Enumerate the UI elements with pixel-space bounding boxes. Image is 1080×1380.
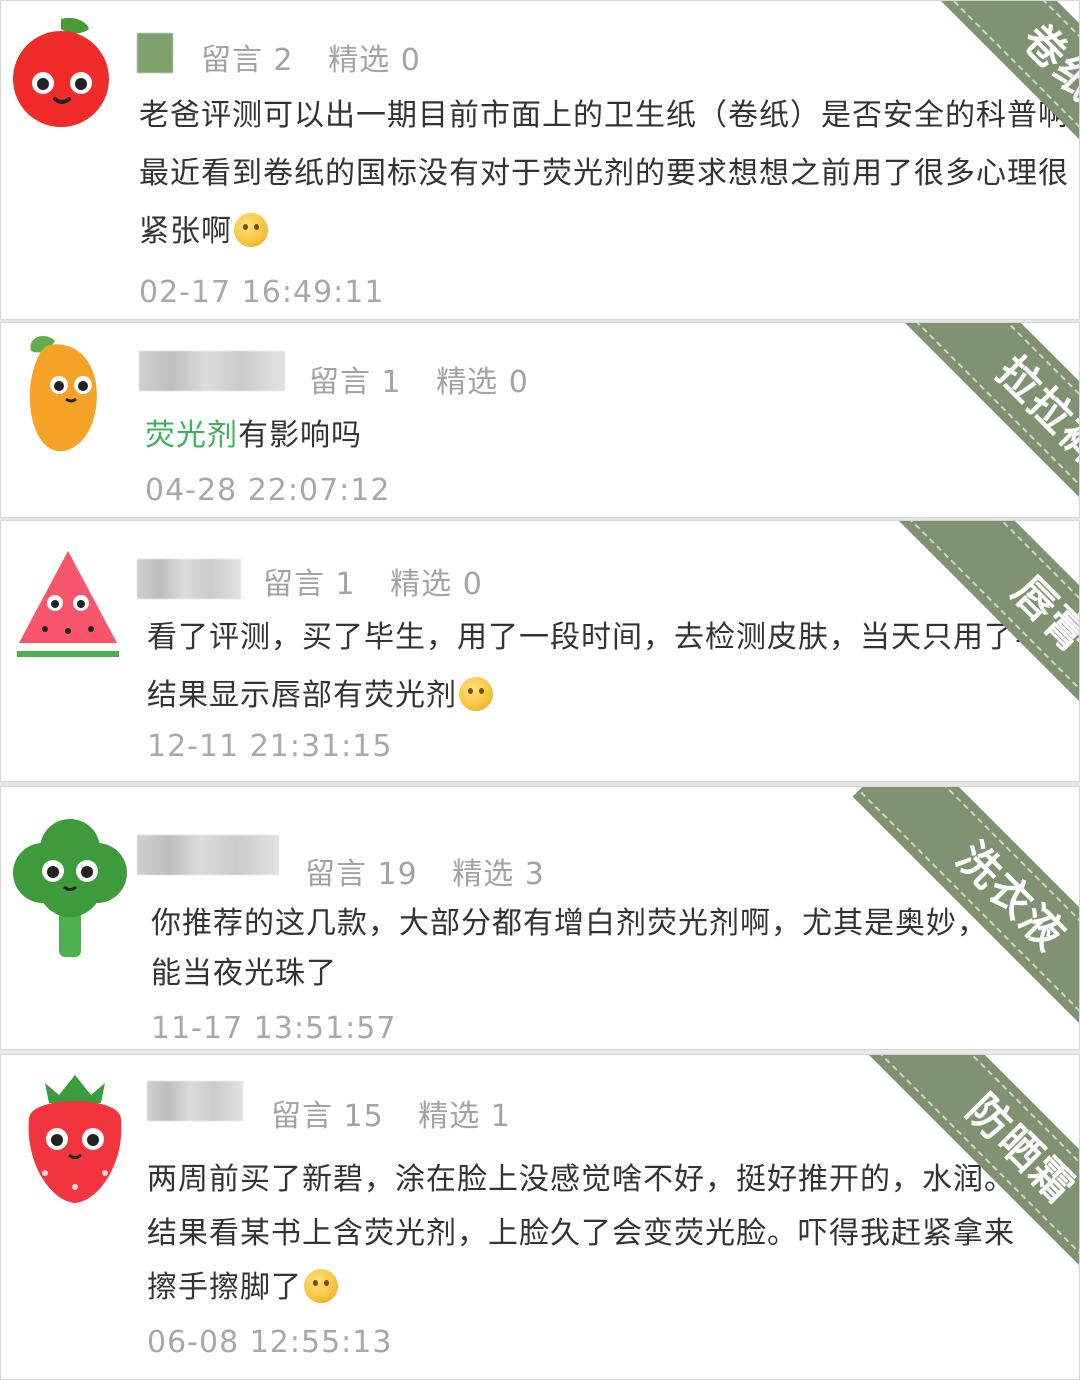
featured-count[interactable]: 精选 3 xyxy=(452,857,545,892)
comment-line: 你推荐的这几款，大部分都有增白剂荧光剂啊，尤其是奥妙，都 xyxy=(151,906,1019,941)
comment-meta: 留言 2 精选 0 xyxy=(201,35,445,79)
comment-timestamp: 04-28 22:07:12 xyxy=(145,473,391,508)
comment-line: 结果看某书上含荧光剂，上脸久了会变荧光脸。吓得我赶紧拿来 xyxy=(147,1216,1015,1251)
comment-line: 能当夜光珠了 xyxy=(151,956,337,991)
crying-emoji-icon xyxy=(234,213,268,247)
comment-card: 留言 15 精选 1 两周前买了新碧，涂在脸上没感觉啥不好，挺好推开的，水润。 … xyxy=(0,1054,1080,1380)
blurred-username xyxy=(137,559,241,599)
comment-line: 看了评测，买了毕生，用了一段时间，去检测皮肤，当天只用了毕生 xyxy=(147,620,1077,655)
comment-text: 两周前买了新碧，涂在脸上没感觉啥不好，挺好推开的，水润。 结果看某书上含荧光剂，… xyxy=(147,1153,1015,1315)
comment-meta: 留言 1 精选 0 xyxy=(263,559,507,603)
blurred-username xyxy=(147,1081,243,1121)
comment-text: 荧光剂有影响吗 xyxy=(145,407,362,465)
comment-line: 紧张啊 xyxy=(139,203,1069,261)
comment-text: 你推荐的这几款，大部分都有增白剂荧光剂啊，尤其是奥妙，都 能当夜光珠了 xyxy=(151,899,1019,999)
comment-timestamp: 12-11 21:31:15 xyxy=(147,729,393,764)
comment-card: 留言 19 精选 3 你推荐的这几款，大部分都有增白剂荧光剂啊，尤其是奥妙，都 … xyxy=(0,786,1080,1050)
comment-line: 擦手擦脚了 xyxy=(147,1261,1015,1315)
comment-card: 留言 1 精选 0 荧光剂有影响吗 04-28 22:07:12 拉拉裤 xyxy=(0,322,1080,518)
mango-avatar[interactable] xyxy=(21,331,121,457)
comment-line: 老爸评测可以出一期目前市面上的卫生纸（卷纸）是否安全的科普啊 xyxy=(139,98,1069,133)
featured-count[interactable]: 精选 1 xyxy=(418,1099,511,1134)
reply-count[interactable]: 留言 19 xyxy=(305,857,418,892)
comment-text: 看了评测，买了毕生，用了一段时间，去检测皮肤，当天只用了毕生 结果显示唇部有荧光… xyxy=(147,609,1077,725)
watermelon-avatar[interactable] xyxy=(15,547,121,657)
dizzy-emoji-icon xyxy=(459,677,493,711)
category-ribbon: 拉拉裤 xyxy=(896,323,1080,517)
comment-text: 老爸评测可以出一期目前市面上的卫生纸（卷纸）是否安全的科普啊 最近看到卷纸的国标… xyxy=(139,87,1069,261)
comment-line-text: 擦手擦脚了 xyxy=(147,1270,302,1305)
comment-meta: 留言 15 精选 1 xyxy=(271,1091,535,1135)
comment-timestamp: 06-08 12:55:13 xyxy=(147,1325,393,1360)
blurred-username xyxy=(137,33,173,73)
reply-count[interactable]: 留言 15 xyxy=(271,1099,384,1134)
comment-meta: 留言 19 精选 3 xyxy=(305,849,569,893)
reply-count[interactable]: 留言 1 xyxy=(309,365,402,400)
comment-card: 留言 1 精选 0 看了评测，买了毕生，用了一段时间，去检测皮肤，当天只用了毕生… xyxy=(0,520,1080,782)
comment-line: 最近看到卷纸的国标没有对于荧光剂的要求想想之前用了很多心理很 xyxy=(139,156,1069,191)
comment-card: 留言 2 精选 0 老爸评测可以出一期目前市面上的卫生纸（卷纸）是否安全的科普啊… xyxy=(0,0,1080,320)
featured-count[interactable]: 精选 0 xyxy=(328,43,421,78)
comment-line: 两周前买了新碧，涂在脸上没感觉啥不好，挺好推开的，水润。 xyxy=(147,1162,1015,1197)
highlighted-keyword[interactable]: 荧光剂 xyxy=(145,418,238,453)
comment-timestamp: 02-17 16:49:11 xyxy=(139,275,385,310)
comment-line: 结果显示唇部有荧光剂 xyxy=(147,667,1077,725)
blurred-username xyxy=(137,835,279,875)
comment-line-text: 有影响吗 xyxy=(238,418,362,453)
crying-emoji-icon xyxy=(304,1269,338,1303)
comment-line-text: 结果显示唇部有荧光剂 xyxy=(147,678,457,713)
featured-count[interactable]: 精选 0 xyxy=(390,567,483,602)
blurred-username xyxy=(139,351,285,391)
reply-count[interactable]: 留言 1 xyxy=(263,567,356,602)
reply-count[interactable]: 留言 2 xyxy=(201,43,294,78)
comment-line-text: 紧张啊 xyxy=(139,214,232,249)
comment-meta: 留言 1 精选 0 xyxy=(309,357,553,401)
featured-count[interactable]: 精选 0 xyxy=(436,365,529,400)
comment-timestamp: 11-17 13:51:57 xyxy=(151,1011,397,1046)
strawberry-avatar[interactable] xyxy=(15,1069,135,1209)
apple-avatar[interactable] xyxy=(3,13,119,129)
category-tag: 拉拉裤 xyxy=(987,346,1080,475)
broccoli-avatar[interactable] xyxy=(7,819,133,959)
